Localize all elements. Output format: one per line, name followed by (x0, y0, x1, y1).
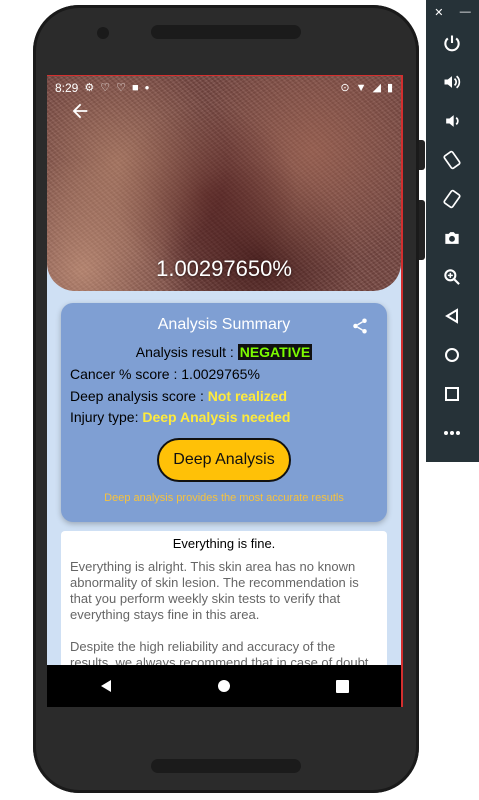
heart-outline-icon: ♡ (116, 82, 126, 94)
cancer-score: Cancer % score : 1.0029765% (70, 366, 260, 382)
emulator-control-panel: ✕ — (426, 0, 479, 462)
system-nav-bar (47, 665, 401, 707)
emu-home-button[interactable] (438, 341, 466, 369)
deep-score-value: Not realized (207, 388, 288, 404)
analysis-result-row: Analysis result : NEGATIVE (61, 344, 387, 360)
wifi-icon: ▼ (355, 82, 367, 94)
summary-title: Analysis Summary (157, 316, 291, 333)
status-bar: 8:29 ⚙ ♡ ♡ ■ ● ⊙ ▼ ◢ ▮ (47, 76, 401, 100)
rotate-right-icon (443, 189, 461, 209)
power-icon (444, 35, 460, 52)
volume-up-button[interactable] (438, 68, 466, 96)
injury-type-row: Injury type: Deep Analysis needed (70, 409, 290, 425)
deep-score-label: Deep analysis score : (70, 388, 204, 404)
deep-analysis-button[interactable]: Deep Analysis (157, 438, 291, 482)
power-button[interactable] (438, 29, 466, 57)
phone-side-button (419, 140, 425, 170)
minimize-icon[interactable]: — (460, 6, 471, 19)
bottom-speaker (151, 759, 301, 773)
volume-up-icon (444, 75, 461, 89)
rotate-right-button[interactable] (438, 185, 466, 213)
emu-back-button[interactable] (438, 302, 466, 330)
analysis-summary-card: Analysis Summary Analysis result : NEGAT… (61, 303, 387, 522)
share-icon[interactable] (351, 317, 369, 335)
circle-home-icon (218, 680, 230, 692)
injury-type-label: Injury type: (70, 409, 139, 425)
zoom-icon (444, 269, 460, 285)
nav-back-button[interactable] (86, 671, 126, 701)
app-screen: 1.00297650% 8:29 ⚙ ♡ ♡ ■ ● ⊙ ▼ ◢ ▮ Analy… (47, 75, 403, 707)
analysis-result-value: NEGATIVE (237, 344, 313, 360)
volume-down-button[interactable] (438, 107, 466, 135)
back-button[interactable] (69, 100, 95, 126)
battery-icon: ▮ (386, 82, 393, 94)
injury-type-value: Deep Analysis needed (142, 409, 291, 425)
top-speaker (151, 25, 301, 39)
camera-icon (445, 232, 459, 244)
home-icon (445, 348, 459, 362)
phone-volume-button (419, 200, 425, 260)
zoom-button[interactable] (438, 263, 466, 291)
skin-image: 1.00297650% (47, 76, 401, 291)
gear-icon: ⚙ (84, 82, 95, 94)
triangle-back-icon (101, 680, 111, 692)
nav-overview-button[interactable] (322, 671, 362, 701)
rotate-left-button[interactable] (438, 146, 466, 174)
back-icon (445, 308, 458, 324)
deep-analysis-hint: Deep analysis provides the most accurate… (104, 492, 344, 504)
screenshot-button[interactable] (438, 224, 466, 252)
heart-outline-icon: ♡ (100, 82, 111, 94)
signal-icon: ◢ (372, 82, 381, 94)
arrow-left-icon (72, 103, 88, 119)
more-options-button[interactable] (438, 419, 466, 447)
rotate-left-icon (443, 150, 461, 170)
analysis-result-label: Analysis result : (135, 344, 234, 360)
front-camera (97, 27, 109, 39)
info-paragraph: Everything is alright. This skin area ha… (70, 559, 359, 622)
info-title: Everything is fine. (172, 536, 276, 551)
square-overview-icon (335, 679, 349, 693)
emu-overview-button[interactable] (438, 380, 466, 408)
close-icon[interactable]: ✕ (434, 6, 443, 19)
location-icon: ⊙ (340, 82, 350, 94)
deep-score-row: Deep analysis score : Not realized (70, 388, 287, 404)
square-icon: ■ (131, 82, 139, 94)
status-time: 8:29 (55, 81, 79, 95)
volume-down-icon (446, 115, 459, 127)
hero-percentage: 1.00297650% (156, 256, 292, 281)
dot-icon: ● (144, 83, 150, 92)
overview-icon (445, 387, 459, 401)
nav-home-button[interactable] (204, 671, 244, 701)
more-icon (444, 431, 460, 435)
